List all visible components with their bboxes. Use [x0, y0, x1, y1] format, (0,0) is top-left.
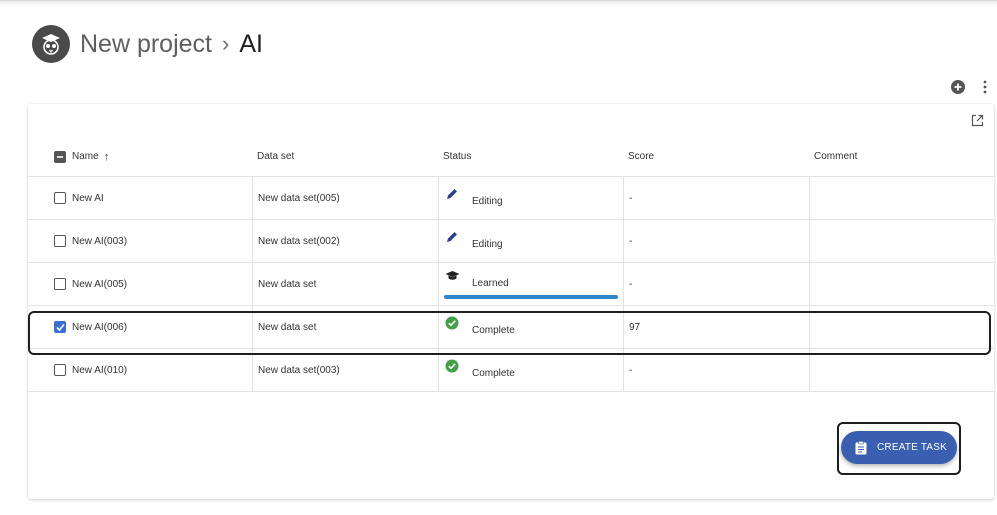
- breadcrumb-current: AI: [239, 29, 263, 58]
- create-task-label: CREATE TASK: [877, 442, 947, 453]
- more-vert-icon[interactable]: [983, 80, 987, 94]
- row-data-set: New data set(002): [252, 220, 438, 262]
- row-status: Editing: [438, 220, 623, 262]
- top-shadow: [0, 1, 997, 6]
- row-score: -: [623, 177, 809, 219]
- column-header-data-set[interactable]: Data set: [252, 137, 438, 176]
- row-status: Editing: [438, 177, 623, 219]
- row-comment: [809, 349, 994, 391]
- add-circle-icon[interactable]: [951, 80, 965, 94]
- table-row-selected[interactable]: New AI(006) New data set Complete 97: [28, 306, 994, 349]
- check-circle-icon: [444, 358, 460, 374]
- row-comment: [809, 177, 994, 219]
- row-data-set: New data set(005): [252, 177, 438, 219]
- table-header-row: Name ↑ Data set Status Score Comment: [28, 137, 994, 177]
- row-checkbox[interactable]: [54, 321, 66, 333]
- open-in-new-icon[interactable]: [971, 114, 984, 127]
- row-comment: [809, 306, 994, 348]
- row-score: 97: [623, 306, 809, 348]
- row-comment: [809, 263, 994, 305]
- row-name: New AI: [72, 192, 104, 204]
- column-header-name-label: Name: [72, 151, 99, 162]
- table-row[interactable]: New AI(005) New data set Learned -: [28, 263, 994, 306]
- row-checkbox[interactable]: [54, 364, 66, 376]
- status-label: Editing: [472, 195, 503, 207]
- table-row[interactable]: New AI(010) New data set(003) Complete -: [28, 349, 994, 392]
- row-name: New AI(006): [72, 321, 128, 333]
- arrow-up-icon: ↑: [103, 150, 110, 163]
- row-data-set: New data set: [252, 306, 438, 348]
- status-label: Editing: [472, 238, 503, 250]
- pencil-icon: [444, 186, 460, 202]
- ai-table-card: Name ↑ Data set Status Score Comment New…: [28, 104, 994, 499]
- table-row[interactable]: New AI New data set(005) Editing -: [28, 177, 994, 220]
- row-name: New AI(003): [72, 235, 128, 247]
- row-score: -: [623, 349, 809, 391]
- owl-logo-icon: [32, 25, 70, 63]
- row-status: Learned: [438, 263, 623, 305]
- page-header: New project › AI: [32, 24, 263, 64]
- breadcrumb-project-link[interactable]: New project: [80, 30, 212, 59]
- create-task-button[interactable]: CREATE TASK: [841, 431, 957, 464]
- graduation-cap-icon: [444, 268, 460, 284]
- row-name: New AI(005): [72, 278, 128, 290]
- check-circle-icon: [444, 315, 460, 331]
- ai-table: Name ↑ Data set Status Score Comment New…: [28, 137, 994, 392]
- breadcrumb-separator: ›: [222, 31, 230, 56]
- row-checkbox[interactable]: [54, 278, 66, 290]
- row-checkbox[interactable]: [54, 235, 66, 247]
- row-checkbox[interactable]: [54, 192, 66, 204]
- column-header-comment[interactable]: Comment: [809, 137, 994, 176]
- row-data-set: New data set: [252, 263, 438, 305]
- table-row[interactable]: New AI(003) New data set(002) Editing -: [28, 220, 994, 263]
- pencil-icon: [444, 229, 460, 245]
- learning-progress-bar: [444, 295, 618, 299]
- row-status: Complete: [438, 349, 623, 391]
- select-all-checkbox[interactable]: [54, 150, 66, 163]
- row-name: New AI(010): [72, 364, 128, 376]
- row-score: -: [623, 263, 809, 305]
- status-label: Learned: [472, 277, 509, 289]
- top-actions: [951, 80, 987, 94]
- row-comment: [809, 220, 994, 262]
- clipboard-icon: [855, 440, 867, 455]
- row-data-set: New data set(003): [252, 349, 438, 391]
- status-label: Complete: [472, 324, 515, 336]
- row-score: -: [623, 220, 809, 262]
- column-header-score[interactable]: Score: [623, 137, 809, 176]
- row-status: Complete: [438, 306, 623, 348]
- column-header-status[interactable]: Status: [438, 137, 623, 176]
- column-header-name[interactable]: Name ↑: [72, 137, 252, 176]
- status-label: Complete: [472, 367, 515, 379]
